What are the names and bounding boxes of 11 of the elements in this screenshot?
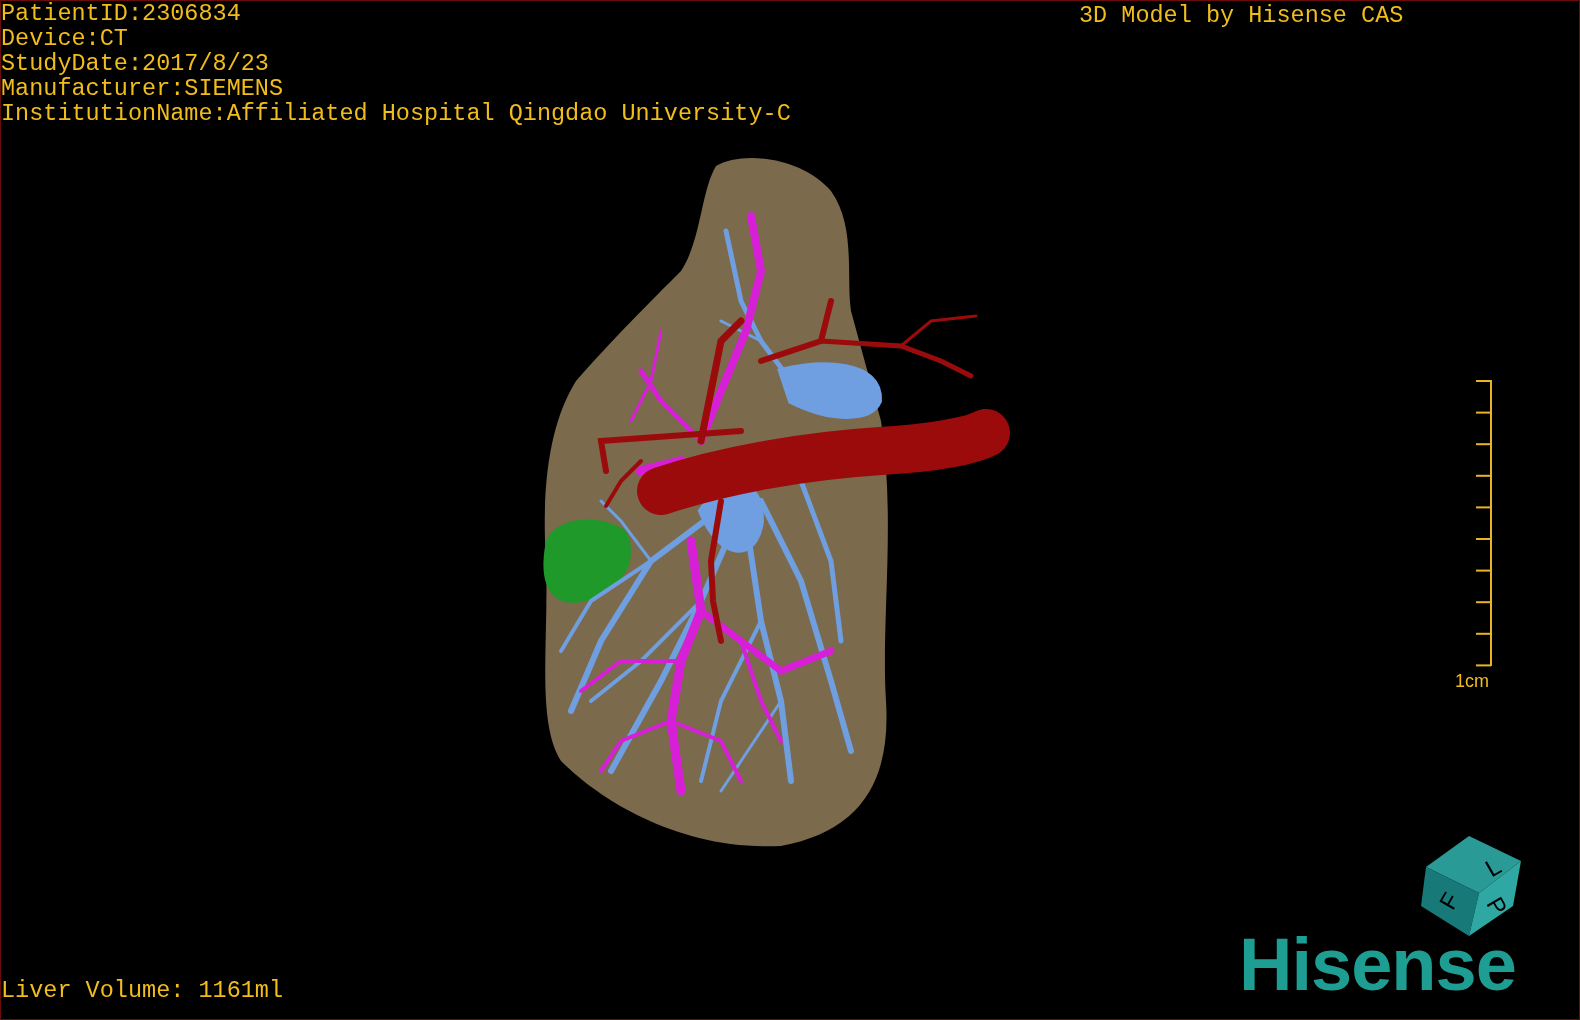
cube-face-label: P bbox=[1481, 892, 1513, 920]
dicom-info-text: InstitutionName:Affiliated Hospital Qingdao University-C bbox=[1, 101, 791, 126]
dicom-info-text: StudyDate:2017/8/23 bbox=[1, 51, 269, 76]
liver-volume-text: Liver Volume: 1161ml bbox=[1, 978, 284, 1003]
dicom-info-text: Device:CT bbox=[1, 26, 128, 51]
scale-label: 1cm bbox=[1455, 670, 1489, 693]
dicom-info-text: Manufacturer:SIEMENS bbox=[1, 76, 284, 101]
cube-face-label: F bbox=[1433, 887, 1465, 915]
caption-text: 3D Model by Hisense CAS bbox=[1079, 3, 1404, 28]
dicom-info-text: PatientID:2306834 bbox=[1, 1, 241, 26]
cube-face-label: L bbox=[1480, 851, 1506, 883]
